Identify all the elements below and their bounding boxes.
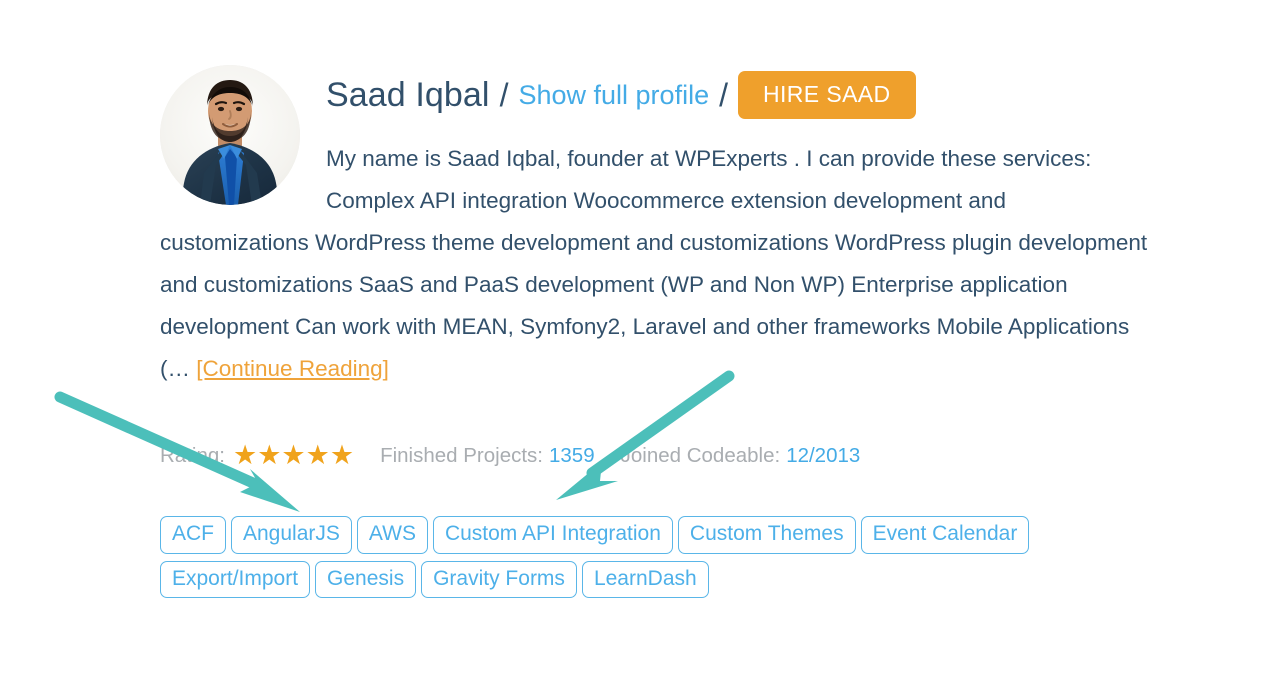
skill-tag[interactable]: Custom API Integration [432, 516, 673, 554]
page-title: Saad Iqbal [326, 75, 490, 114]
skill-tag[interactable]: Export/Import [160, 560, 311, 599]
joined-codeable-label: Joined Codeable: [620, 443, 781, 467]
finished-projects-value[interactable]: 1359 [549, 444, 595, 468]
star-icon: ★ [232, 440, 258, 470]
skill-tag[interactable]: Event Calendar [860, 516, 1030, 554]
skill-tag-list: ACF AngularJS AWS Custom API Integration… [160, 516, 1120, 599]
avatar-photo [160, 65, 300, 205]
joined-codeable-group: Joined Codeable: 12/2013 [621, 444, 861, 468]
star-icon: ★ [281, 440, 306, 470]
joined-codeable-value[interactable]: 12/2013 [786, 444, 860, 468]
skill-tag[interactable]: AWS [356, 516, 428, 554]
skill-tag[interactable]: Gravity Forms [421, 560, 577, 599]
star-icon: ★ [305, 440, 330, 470]
title-separator-1: / [499, 76, 509, 113]
title-separator-2: / [719, 76, 728, 113]
skill-tag[interactable]: Custom Themes [677, 516, 856, 554]
profile-header: Saad Iqbal / Show full profile / HIRE SA… [326, 60, 1150, 124]
skill-tag[interactable]: Genesis [315, 560, 417, 599]
bio-text: My name is Saad Iqbal, founder at WPExpe… [160, 146, 1148, 381]
star-icon: ★ [257, 440, 282, 470]
skill-tag[interactable]: AngularJS [231, 516, 352, 554]
finished-projects-label: Finished Projects: [380, 443, 543, 467]
rating-group: Rating: ★ ★ ★ ★ ★ [160, 442, 354, 469]
rating-stars: ★ ★ ★ ★ ★ [233, 442, 354, 469]
skill-tag[interactable]: ACF [160, 516, 226, 554]
finished-projects-group: Finished Projects: 1359 [380, 444, 595, 468]
continue-reading-link[interactable]: [Continue Reading] [196, 356, 389, 381]
star-icon: ★ [329, 440, 355, 470]
profile-bio: My name is Saad Iqbal, founder at WPExpe… [160, 138, 1150, 390]
skill-tag[interactable]: LearnDash [581, 560, 709, 599]
profile-stats: Rating: ★ ★ ★ ★ ★ Finished Projects: 135… [160, 442, 1150, 469]
avatar[interactable] [160, 65, 300, 205]
hire-button[interactable]: HIRE SAAD [737, 71, 916, 119]
rating-label: Rating: [160, 443, 225, 467]
show-full-profile-link[interactable]: Show full profile [518, 80, 709, 111]
freelancer-profile-card: Saad Iqbal / Show full profile / HIRE SA… [160, 60, 1150, 599]
